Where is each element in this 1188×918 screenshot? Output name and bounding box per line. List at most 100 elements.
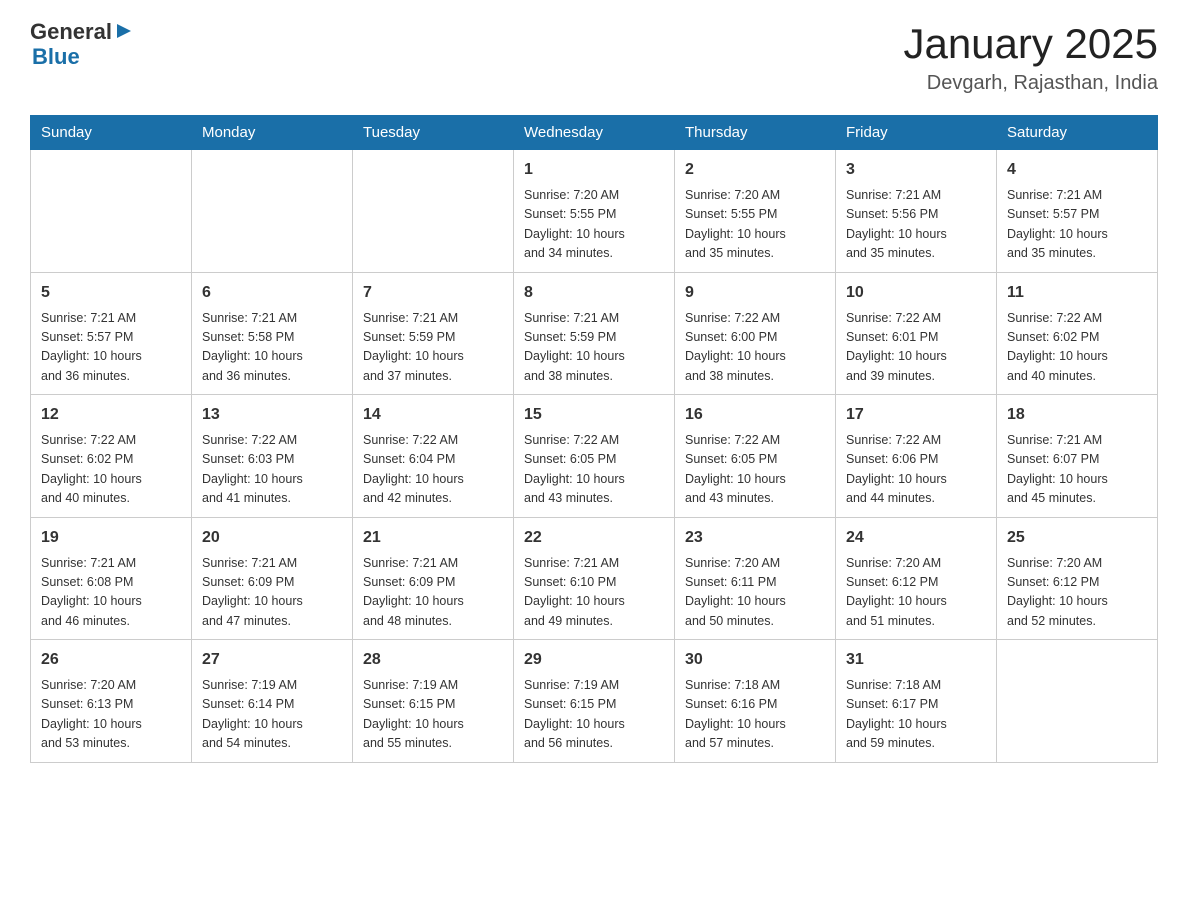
- day-number: 14: [363, 403, 503, 427]
- day-info: Sunrise: 7:22 AM Sunset: 6:01 PM Dayligh…: [846, 309, 986, 387]
- calendar-cell: 17Sunrise: 7:22 AM Sunset: 6:06 PM Dayli…: [836, 395, 997, 518]
- day-number: 26: [41, 648, 181, 672]
- day-number: 15: [524, 403, 664, 427]
- calendar-cell: 31Sunrise: 7:18 AM Sunset: 6:17 PM Dayli…: [836, 640, 997, 763]
- calendar-cell: 18 Sunrise: 7:21 AM Sunset: 6:07 PM Dayli…: [997, 395, 1158, 518]
- calendar-cell: [997, 640, 1158, 763]
- calendar-cell: 27 Sunrise: 7:19 AM Sunset: 6:14 PM Dayli…: [192, 640, 353, 763]
- week-row-4: 26 Sunrise: 7:20 AM Sunset: 6:13 PM Dayli…: [31, 640, 1158, 763]
- day-number: 3: [846, 158, 986, 182]
- calendar-cell: 5 Sunrise: 7:21 AM Sunset: 5:57 PM Daylig…: [31, 272, 192, 395]
- calendar-cell: 19 Sunrise: 7:21 AM Sunset: 6:08 PM Dayli…: [31, 517, 192, 640]
- day-info: Sunrise: 7:19 AM Sunset: 6:15 PM Dayligh…: [524, 676, 664, 754]
- day-number: 12: [41, 403, 181, 427]
- calendar-cell: 20 Sunrise: 7:21 AM Sunset: 6:09 PM Dayli…: [192, 517, 353, 640]
- week-row-1: 5 Sunrise: 7:21 AM Sunset: 5:57 PM Daylig…: [31, 272, 1158, 395]
- day-info: Sunrise: 7:22 AM Sunset: 6:05 PM Dayligh…: [685, 431, 825, 509]
- page-header: General Blue January 2025 Devgarh, Rajas…: [30, 20, 1158, 95]
- day-number: 24: [846, 526, 986, 550]
- day-info: Sunrise: 7:20 AM Sunset: 6:12 PM Dayligh…: [846, 554, 986, 632]
- day-number: 6: [202, 281, 342, 305]
- day-info: Sunrise: 7:22 AM Sunset: 6:02 PM Dayligh…: [1007, 309, 1147, 387]
- day-info: Sunrise: 7:21 AM Sunset: 6:09 PM Dayligh…: [363, 554, 503, 632]
- logo-general: General: [30, 20, 112, 44]
- day-number: 31: [846, 648, 986, 672]
- day-number: 19: [41, 526, 181, 550]
- day-info: Sunrise: 7:21 AM Sunset: 5:56 PM Dayligh…: [846, 186, 986, 264]
- day-number: 18: [1007, 403, 1147, 427]
- day-number: 2: [685, 158, 825, 182]
- calendar-cell: 22Sunrise: 7:21 AM Sunset: 6:10 PM Dayli…: [514, 517, 675, 640]
- day-number: 20: [202, 526, 342, 550]
- day-info: Sunrise: 7:21 AM Sunset: 5:59 PM Dayligh…: [524, 309, 664, 387]
- logo: General Blue: [30, 20, 133, 69]
- header-row: Sunday Monday Tuesday Wednesday Thursday…: [31, 116, 1158, 150]
- day-info: Sunrise: 7:21 AM Sunset: 5:59 PM Dayligh…: [363, 309, 503, 387]
- col-wednesday: Wednesday: [514, 116, 675, 150]
- calendar-cell: 8 Sunrise: 7:21 AM Sunset: 5:59 PM Daylig…: [514, 272, 675, 395]
- day-info: Sunrise: 7:22 AM Sunset: 6:00 PM Dayligh…: [685, 309, 825, 387]
- day-info: Sunrise: 7:19 AM Sunset: 6:15 PM Dayligh…: [363, 676, 503, 754]
- day-number: 8: [524, 281, 664, 305]
- day-info: Sunrise: 7:21 AM Sunset: 6:08 PM Dayligh…: [41, 554, 181, 632]
- day-info: Sunrise: 7:22 AM Sunset: 6:06 PM Dayligh…: [846, 431, 986, 509]
- day-info: Sunrise: 7:18 AM Sunset: 6:16 PM Dayligh…: [685, 676, 825, 754]
- calendar-cell: 12 Sunrise: 7:22 AM Sunset: 6:02 PM Dayli…: [31, 395, 192, 518]
- day-number: 13: [202, 403, 342, 427]
- day-info: Sunrise: 7:20 AM Sunset: 6:11 PM Dayligh…: [685, 554, 825, 632]
- day-number: 1: [524, 158, 664, 182]
- calendar-subtitle: Devgarh, Rajasthan, India: [903, 72, 1158, 95]
- calendar-cell: [192, 150, 353, 273]
- day-info: Sunrise: 7:20 AM Sunset: 6:13 PM Dayligh…: [41, 676, 181, 754]
- col-friday: Friday: [836, 116, 997, 150]
- col-saturday: Saturday: [997, 116, 1158, 150]
- calendar-cell: 25 Sunrise: 7:20 AM Sunset: 6:12 PM Dayli…: [997, 517, 1158, 640]
- day-info: Sunrise: 7:20 AM Sunset: 5:55 PM Dayligh…: [524, 186, 664, 264]
- day-info: Sunrise: 7:20 AM Sunset: 6:12 PM Dayligh…: [1007, 554, 1147, 632]
- day-info: Sunrise: 7:22 AM Sunset: 6:05 PM Dayligh…: [524, 431, 664, 509]
- calendar-cell: 15 Sunrise: 7:22 AM Sunset: 6:05 PM Dayli…: [514, 395, 675, 518]
- calendar-cell: 14Sunrise: 7:22 AM Sunset: 6:04 PM Dayli…: [353, 395, 514, 518]
- day-info: Sunrise: 7:22 AM Sunset: 6:02 PM Dayligh…: [41, 431, 181, 509]
- day-info: Sunrise: 7:21 AM Sunset: 6:10 PM Dayligh…: [524, 554, 664, 632]
- day-number: 9: [685, 281, 825, 305]
- day-number: 28: [363, 648, 503, 672]
- day-info: Sunrise: 7:20 AM Sunset: 5:55 PM Dayligh…: [685, 186, 825, 264]
- calendar-cell: 16Sunrise: 7:22 AM Sunset: 6:05 PM Dayli…: [675, 395, 836, 518]
- day-info: Sunrise: 7:19 AM Sunset: 6:14 PM Dayligh…: [202, 676, 342, 754]
- calendar-cell: 3 Sunrise: 7:21 AM Sunset: 5:56 PM Daylig…: [836, 150, 997, 273]
- day-info: Sunrise: 7:21 AM Sunset: 6:07 PM Dayligh…: [1007, 431, 1147, 509]
- calendar-title: January 2025: [903, 20, 1158, 68]
- calendar-cell: 2 Sunrise: 7:20 AM Sunset: 5:55 PM Daylig…: [675, 150, 836, 273]
- day-number: 4: [1007, 158, 1147, 182]
- calendar-cell: 24 Sunrise: 7:20 AM Sunset: 6:12 PM Dayli…: [836, 517, 997, 640]
- col-sunday: Sunday: [31, 116, 192, 150]
- calendar-cell: 7Sunrise: 7:21 AM Sunset: 5:59 PM Daylig…: [353, 272, 514, 395]
- day-number: 27: [202, 648, 342, 672]
- calendar-cell: [353, 150, 514, 273]
- calendar-cell: 23 Sunrise: 7:20 AM Sunset: 6:11 PM Dayli…: [675, 517, 836, 640]
- calendar-cell: [31, 150, 192, 273]
- day-number: 5: [41, 281, 181, 305]
- calendar-cell: 29 Sunrise: 7:19 AM Sunset: 6:15 PM Dayli…: [514, 640, 675, 763]
- day-number: 10: [846, 281, 986, 305]
- col-tuesday: Tuesday: [353, 116, 514, 150]
- day-number: 11: [1007, 281, 1147, 305]
- calendar-cell: 28 Sunrise: 7:19 AM Sunset: 6:15 PM Dayli…: [353, 640, 514, 763]
- day-number: 23: [685, 526, 825, 550]
- day-info: Sunrise: 7:21 AM Sunset: 5:58 PM Dayligh…: [202, 309, 342, 387]
- title-area: January 2025 Devgarh, Rajasthan, India: [903, 20, 1158, 95]
- week-row-3: 19 Sunrise: 7:21 AM Sunset: 6:08 PM Dayli…: [31, 517, 1158, 640]
- week-row-2: 12 Sunrise: 7:22 AM Sunset: 6:02 PM Dayli…: [31, 395, 1158, 518]
- calendar-cell: 11 Sunrise: 7:22 AM Sunset: 6:02 PM Dayli…: [997, 272, 1158, 395]
- calendar-cell: 6 Sunrise: 7:21 AM Sunset: 5:58 PM Daylig…: [192, 272, 353, 395]
- day-number: 29: [524, 648, 664, 672]
- logo-arrow-icon: [115, 22, 133, 40]
- day-info: Sunrise: 7:21 AM Sunset: 6:09 PM Dayligh…: [202, 554, 342, 632]
- col-thursday: Thursday: [675, 116, 836, 150]
- day-number: 25: [1007, 526, 1147, 550]
- calendar-cell: 10 Sunrise: 7:22 AM Sunset: 6:01 PM Dayli…: [836, 272, 997, 395]
- day-info: Sunrise: 7:21 AM Sunset: 5:57 PM Dayligh…: [41, 309, 181, 387]
- calendar-cell: 13Sunrise: 7:22 AM Sunset: 6:03 PM Dayli…: [192, 395, 353, 518]
- day-number: 21: [363, 526, 503, 550]
